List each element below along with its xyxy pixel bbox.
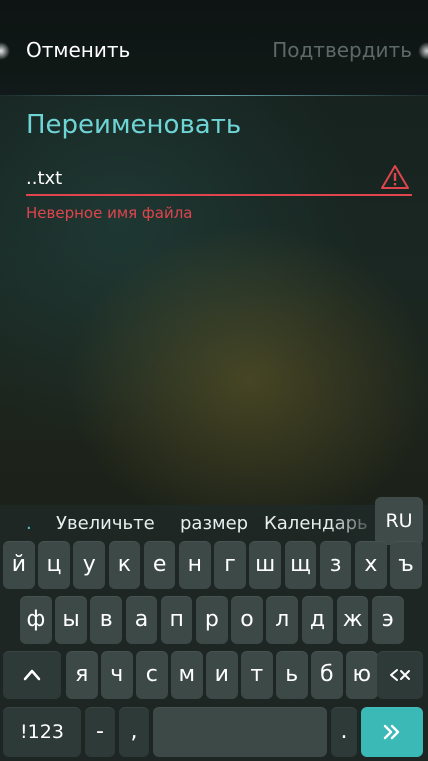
key-row2-3[interactable]: а (125, 596, 158, 644)
cancel-button[interactable]: Отменить (26, 38, 130, 62)
filename-value: ..txt (26, 168, 63, 189)
language-key[interactable]: RU (375, 497, 423, 545)
key-row1-7[interactable]: ш (249, 541, 282, 589)
suggestion-dot: . (26, 513, 32, 534)
key-row1-5[interactable]: н (179, 541, 211, 589)
key-row2-7[interactable]: л (266, 596, 299, 644)
backspace-icon (390, 669, 410, 681)
error-message: Неверное имя файла (26, 204, 193, 222)
key-row1-11[interactable]: ъ (390, 541, 422, 589)
key-row2-8[interactable]: д (301, 596, 334, 644)
backspace-key[interactable] (377, 651, 423, 699)
dialog-title: Переименовать (26, 110, 242, 140)
enter-key[interactable] (361, 707, 423, 757)
key-row2-4[interactable]: п (160, 596, 193, 644)
dialog-header: Отменить Подтвердить (0, 0, 428, 96)
symbols-key[interactable]: !123 (3, 707, 81, 757)
enter-arrow-icon (383, 724, 400, 740)
key-row2-6[interactable]: о (231, 596, 263, 644)
suggestion-2[interactable]: размер (180, 513, 248, 534)
keyboard: . Увеличьте размер Календарь RU йцукенгш… (0, 497, 428, 761)
warning-icon (381, 165, 409, 189)
shift-icon (23, 669, 41, 681)
key-row2-5[interactable]: р (196, 596, 228, 644)
key-row3-4[interactable]: и (206, 651, 238, 699)
comma-key[interactable]: , (119, 707, 149, 757)
filename-field[interactable]: ..txt (26, 164, 412, 196)
confirm-button[interactable]: Подтвердить (272, 38, 412, 62)
suggestion-1[interactable]: Увеличьте (56, 513, 155, 534)
key-row2-1[interactable]: ы (55, 596, 87, 644)
header-glow-right (418, 42, 428, 60)
key-row2-2[interactable]: в (90, 596, 123, 644)
header-divider (0, 95, 428, 96)
key-row2-0[interactable]: ф (20, 596, 52, 644)
key-row3-0[interactable]: я (66, 651, 98, 699)
key-row1-9[interactable]: з (319, 541, 352, 589)
key-row3-7[interactable]: б (311, 651, 343, 699)
space-key[interactable] (153, 707, 327, 757)
dash-key[interactable]: - (85, 707, 115, 757)
key-row1-3[interactable]: к (108, 541, 141, 589)
key-row1-4[interactable]: е (143, 541, 176, 589)
key-row1-8[interactable]: щ (284, 541, 317, 589)
key-row2-9[interactable]: ж (336, 596, 369, 644)
key-row3-5[interactable]: т (241, 651, 273, 699)
header-glow-left (0, 42, 10, 60)
key-row3-8[interactable]: ю (346, 651, 378, 699)
period-key[interactable]: . (331, 707, 357, 757)
shift-key[interactable] (3, 651, 61, 699)
key-row1-2[interactable]: у (73, 541, 106, 589)
key-row3-3[interactable]: м (171, 651, 203, 699)
key-row1-1[interactable]: ц (38, 541, 70, 589)
key-row3-6[interactable]: ь (276, 651, 308, 699)
key-row1-0[interactable]: й (3, 541, 35, 589)
key-row3-2[interactable]: с (136, 651, 168, 699)
key-row3-1[interactable]: ч (101, 651, 133, 699)
key-row2-10[interactable]: э (372, 596, 404, 644)
key-row1-6[interactable]: г (214, 541, 246, 589)
key-row1-10[interactable]: х (355, 541, 387, 589)
